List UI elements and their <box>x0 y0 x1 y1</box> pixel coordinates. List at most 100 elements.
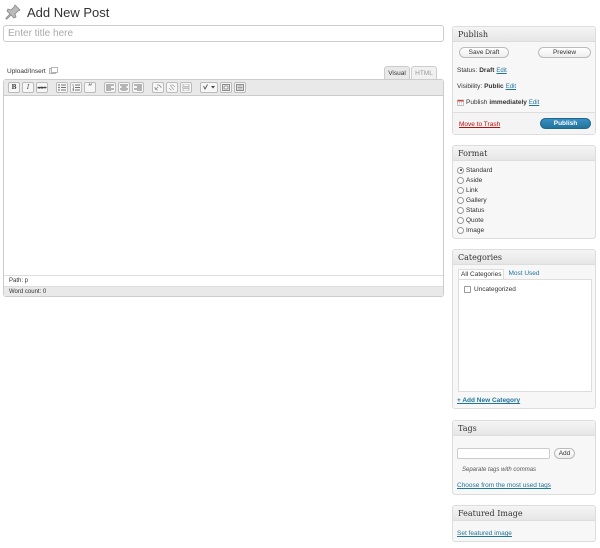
schedule-label: Publish <box>466 99 488 106</box>
editor-toolbar: B I ABC “ <box>4 80 443 96</box>
word-count: Word count: 0 <box>4 286 443 296</box>
upload-insert-label: Upload/Insert <box>7 67 46 75</box>
format-options: Standard Aside Link Gallery Status Quote… <box>453 161 595 235</box>
publish-button[interactable]: Publish <box>540 118 591 129</box>
tags-box: Tags Add Separate tags with commas Choos… <box>452 420 596 495</box>
format-option-label: Image <box>466 226 485 234</box>
format-option-label: Status <box>466 206 485 214</box>
align-left-button[interactable] <box>104 82 116 93</box>
bold-glyph: B <box>11 84 17 91</box>
italic-glyph: I <box>26 84 30 91</box>
format-option-status[interactable]: Status <box>457 205 595 215</box>
category-label: Uncategorized <box>474 286 516 293</box>
add-media-icon[interactable] <box>48 67 58 75</box>
add-new-category-link[interactable]: + Add New Category <box>457 397 520 404</box>
align-right-button[interactable] <box>132 82 144 93</box>
radio-button[interactable] <box>457 196 464 204</box>
category-item-uncategorized[interactable]: Uncategorized <box>464 286 516 293</box>
spellcheck-button[interactable] <box>200 82 218 93</box>
edit-status-link[interactable]: Edit <box>496 68 506 74</box>
strikethrough-glyph: ABC <box>37 85 47 90</box>
new-tag-input[interactable] <box>457 448 550 459</box>
tab-visual[interactable]: Visual <box>384 66 410 79</box>
radio-button[interactable] <box>457 206 464 214</box>
unlink-icon <box>168 84 176 91</box>
upload-insert: Upload/Insert <box>7 67 58 75</box>
category-list: Uncategorized <box>458 279 592 392</box>
format-box-title[interactable]: Format <box>453 146 595 161</box>
format-option-link[interactable]: Link <box>457 185 595 195</box>
fullscreen-icon <box>222 84 230 91</box>
editor-path: Path: p <box>4 275 443 286</box>
tab-all-categories[interactable]: All Categories <box>458 269 505 279</box>
tags-box-title[interactable]: Tags <box>453 421 595 436</box>
tab-html[interactable]: HTML <box>411 66 437 79</box>
status-label: Status: <box>457 67 478 74</box>
blockquote-glyph: “ <box>87 82 93 93</box>
tags-hint: Separate tags with commas <box>462 467 537 473</box>
publish-box: Publish Save Draft Preview Status: Draft… <box>452 26 596 135</box>
move-to-trash-link[interactable]: Move to Trash <box>459 121 500 128</box>
category-tabs: All Categories Most Used <box>458 269 544 279</box>
page-header: Add New Post <box>4 2 109 22</box>
save-draft-button[interactable]: Save Draft <box>459 47 509 58</box>
set-featured-image-link[interactable]: Set featured image <box>457 530 512 537</box>
fullscreen-button[interactable] <box>220 82 232 93</box>
radio-button[interactable] <box>457 226 464 234</box>
featured-image-box-title[interactable]: Featured Image <box>453 506 595 521</box>
radio-button[interactable] <box>457 216 464 224</box>
format-option-standard[interactable]: Standard <box>457 165 595 175</box>
radio-button[interactable] <box>457 176 464 184</box>
schedule-value: immediately <box>489 99 527 106</box>
radio-button[interactable] <box>457 166 464 174</box>
blockquote-button[interactable]: “ <box>84 82 96 93</box>
format-box: Format Standard Aside Link Gallery Statu… <box>452 145 596 239</box>
preview-button[interactable]: Preview <box>538 47 591 58</box>
align-right-icon <box>134 84 142 91</box>
align-center-icon <box>120 84 128 91</box>
visibility-value: Public <box>484 83 504 90</box>
kitchen-sink-button[interactable] <box>234 82 246 93</box>
editor-content-area[interactable] <box>4 96 443 275</box>
bullet-list-icon <box>58 84 66 91</box>
publish-box-title[interactable]: Publish <box>453 27 595 42</box>
publish-actions: Move to Trash Publish <box>453 112 595 134</box>
link-icon <box>154 84 162 91</box>
add-tag-button[interactable]: Add <box>554 448 575 459</box>
kitchen-sink-icon <box>236 84 244 91</box>
format-option-quote[interactable]: Quote <box>457 215 595 225</box>
strikethrough-button[interactable]: ABC <box>36 82 48 93</box>
format-option-label: Link <box>466 186 478 194</box>
format-option-label: Aside <box>466 176 483 184</box>
align-center-button[interactable] <box>118 82 130 93</box>
format-option-label: Quote <box>466 216 484 224</box>
tab-most-used[interactable]: Most Used <box>504 269 543 279</box>
post-status-row: Status: Draft Edit <box>457 67 507 74</box>
unlink-button[interactable] <box>166 82 178 93</box>
categories-box-title[interactable]: Categories <box>453 250 595 265</box>
bold-button[interactable]: B <box>8 82 20 93</box>
status-value: Draft <box>479 67 495 74</box>
page-title: Add New Post <box>27 4 110 20</box>
visibility-label: Visibility: <box>457 83 483 90</box>
edit-schedule-link[interactable]: Edit <box>529 100 539 106</box>
format-option-aside[interactable]: Aside <box>457 175 595 185</box>
post-title-input[interactable] <box>3 25 444 42</box>
radio-button[interactable] <box>457 186 464 194</box>
post-editor: B I ABC “ Path: p Word count: 0 <box>3 79 444 297</box>
format-option-label: Gallery <box>466 196 487 204</box>
calendar-icon <box>457 99 464 106</box>
insert-more-button[interactable] <box>180 82 192 93</box>
choose-most-used-tags-link[interactable]: Choose from the most used tags <box>457 482 551 489</box>
bullet-list-button[interactable] <box>56 82 68 93</box>
more-tag-icon <box>182 84 190 91</box>
edit-visibility-link[interactable]: Edit <box>506 84 516 90</box>
numbered-list-button[interactable] <box>70 82 82 93</box>
insert-link-button[interactable] <box>152 82 164 93</box>
format-option-gallery[interactable]: Gallery <box>457 195 595 205</box>
format-option-label: Standard <box>466 166 493 174</box>
category-checkbox[interactable] <box>464 286 471 293</box>
format-option-image[interactable]: Image <box>457 225 595 235</box>
spellcheck-icon <box>203 84 215 90</box>
italic-button[interactable]: I <box>22 82 34 93</box>
